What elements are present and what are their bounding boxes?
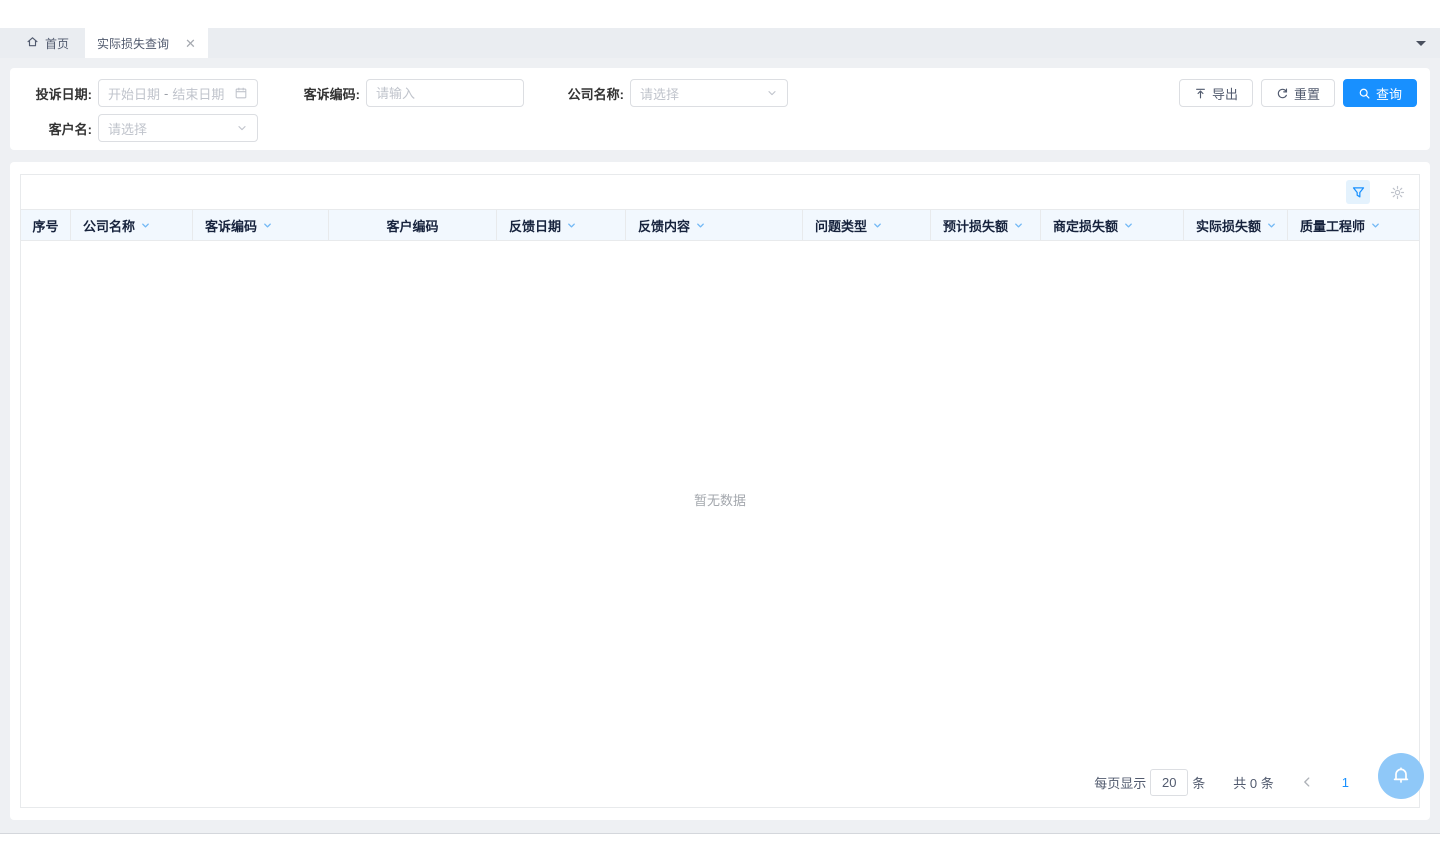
chevron-down-icon xyxy=(236,122,248,134)
table-panel: 序号 公司名称 客诉编码 客户编 xyxy=(10,162,1430,820)
tab-bar: 首页 实际损失查询 ✕ xyxy=(0,28,1440,58)
column-label: 实际损失额 xyxy=(1196,216,1261,235)
sort-caret-icon[interactable] xyxy=(1266,220,1277,231)
close-icon[interactable]: ✕ xyxy=(185,37,196,50)
page-size-suffix: 条 xyxy=(1192,773,1205,792)
page-size-prefix: 每页显示 xyxy=(1094,773,1146,792)
empty-data-text: 暂无数据 xyxy=(694,490,746,509)
chevron-left-icon[interactable] xyxy=(1300,775,1314,789)
total-count-text: 共 0 条 xyxy=(1233,773,1273,792)
sort-caret-icon[interactable] xyxy=(566,220,577,231)
start-date-placeholder: 开始日期 xyxy=(108,84,160,103)
column-label: 问题类型 xyxy=(815,216,867,235)
company-name-placeholder: 请选择 xyxy=(640,84,679,103)
tab-home[interactable]: 首页 xyxy=(10,28,85,58)
end-date-placeholder: 结束日期 xyxy=(172,84,224,103)
sort-caret-icon[interactable] xyxy=(1370,220,1381,231)
filter-row-2: 客户名: 请选择 xyxy=(30,114,1417,142)
main-content: 投诉日期: 开始日期 - 结束日期 客诉编码: 公司名称: 请选择 xyxy=(0,58,1440,833)
complaint-date-range-picker[interactable]: 开始日期 - 结束日期 xyxy=(98,79,258,107)
home-icon xyxy=(26,35,39,51)
pagination: 每页显示 条 共 0 条 1 xyxy=(21,757,1419,807)
calendar-icon xyxy=(234,86,248,100)
export-button-label: 导出 xyxy=(1212,84,1238,103)
column-label: 商定损失额 xyxy=(1053,216,1118,235)
caret-down-icon[interactable] xyxy=(1416,41,1426,46)
column-header-index: 序号 xyxy=(21,210,70,240)
column-label: 预计损失额 xyxy=(943,216,1008,235)
column-label: 客户编码 xyxy=(386,216,438,235)
app-window: 首页 实际损失查询 ✕ 投诉日期: 开始日期 - 结束日期 xyxy=(0,0,1440,860)
reset-button-label: 重置 xyxy=(1294,84,1320,103)
column-header-company-name[interactable]: 公司名称 xyxy=(70,210,192,240)
column-header-agreed-loss[interactable]: 商定损失额 xyxy=(1040,210,1183,240)
table-container: 序号 公司名称 客诉编码 客户编 xyxy=(20,174,1420,808)
complaint-date-label: 投诉日期: xyxy=(30,84,92,103)
sort-caret-icon[interactable] xyxy=(140,220,151,231)
export-button[interactable]: 导出 xyxy=(1179,79,1253,107)
reset-button[interactable]: 重置 xyxy=(1261,79,1335,107)
column-label: 序号 xyxy=(32,216,58,235)
search-button-label: 查询 xyxy=(1376,84,1402,103)
page-size-input[interactable] xyxy=(1150,769,1188,796)
column-header-complaint-code[interactable]: 客诉编码 xyxy=(192,210,328,240)
customer-name-select[interactable]: 请选择 xyxy=(98,114,258,142)
company-name-select[interactable]: 请选择 xyxy=(630,79,788,107)
complaint-code-input[interactable] xyxy=(366,79,524,107)
customer-name-label: 客户名: xyxy=(30,119,92,138)
table-toolbar xyxy=(21,175,1419,209)
date-range-separator: - xyxy=(164,86,168,101)
filter-panel: 投诉日期: 开始日期 - 结束日期 客诉编码: 公司名称: 请选择 xyxy=(10,68,1430,150)
column-header-customer-code: 客户编码 xyxy=(328,210,496,240)
column-header-feedback-date[interactable]: 反馈日期 xyxy=(496,210,625,240)
sort-caret-icon[interactable] xyxy=(262,220,273,231)
column-header-estimated-loss[interactable]: 预计损失额 xyxy=(930,210,1040,240)
top-strip xyxy=(0,0,1440,28)
tab-active-label: 实际损失查询 xyxy=(97,35,169,52)
page-number-current[interactable]: 1 xyxy=(1342,775,1349,790)
search-icon xyxy=(1358,87,1371,100)
column-header-actual-loss[interactable]: 实际损失额 xyxy=(1183,210,1287,240)
bottom-strip xyxy=(0,833,1440,860)
filter-actions: 导出 重置 xyxy=(1179,79,1417,107)
sort-caret-icon[interactable] xyxy=(872,220,883,231)
complaint-code-label: 客诉编码: xyxy=(298,84,360,103)
tab-home-label: 首页 xyxy=(45,35,69,52)
filter-row-1: 投诉日期: 开始日期 - 结束日期 客诉编码: 公司名称: 请选择 xyxy=(30,79,1417,107)
table-header-row: 序号 公司名称 客诉编码 客户编 xyxy=(21,209,1419,241)
company-name-label: 公司名称: xyxy=(562,84,624,103)
sort-caret-icon[interactable] xyxy=(695,220,706,231)
column-header-quality-engineer[interactable]: 质量工程师 xyxy=(1287,210,1419,240)
table-body-empty: 暂无数据 xyxy=(21,241,1419,757)
column-header-problem-type[interactable]: 问题类型 xyxy=(802,210,930,240)
column-header-feedback-content[interactable]: 反馈内容 xyxy=(625,210,802,240)
gear-icon[interactable] xyxy=(1385,180,1409,204)
bell-icon[interactable] xyxy=(1378,753,1424,799)
customer-name-placeholder: 请选择 xyxy=(108,119,147,138)
column-label: 公司名称 xyxy=(83,216,135,235)
sort-caret-icon[interactable] xyxy=(1123,220,1134,231)
sort-caret-icon[interactable] xyxy=(1013,220,1024,231)
column-label: 客诉编码 xyxy=(205,216,257,235)
upload-icon xyxy=(1194,87,1207,100)
chevron-down-icon xyxy=(766,87,778,99)
tab-actual-loss-query[interactable]: 实际损失查询 ✕ xyxy=(85,28,208,58)
column-label: 反馈日期 xyxy=(509,216,561,235)
refresh-icon xyxy=(1276,87,1289,100)
column-label: 质量工程师 xyxy=(1300,216,1365,235)
search-button[interactable]: 查询 xyxy=(1343,79,1417,107)
funnel-icon[interactable] xyxy=(1346,180,1370,204)
column-label: 反馈内容 xyxy=(638,216,690,235)
